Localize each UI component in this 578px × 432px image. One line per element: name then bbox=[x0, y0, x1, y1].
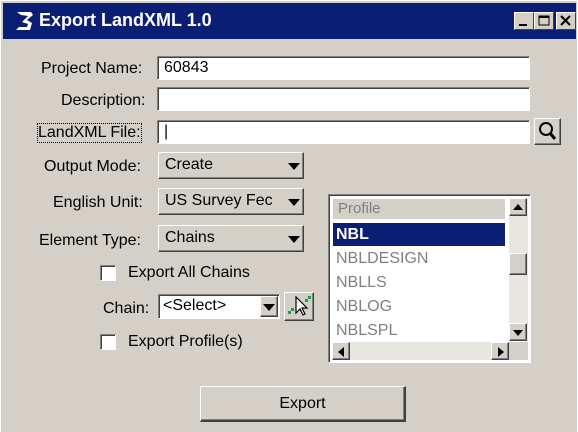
english-unit-select[interactable]: US Survey Feс bbox=[158, 188, 304, 215]
list-item[interactable]: NBLDESIGN bbox=[333, 247, 505, 270]
scroll-thumb[interactable] bbox=[509, 253, 527, 275]
landxml-file-input[interactable]: | bbox=[157, 120, 530, 144]
landxml-file-value: | bbox=[164, 123, 169, 140]
window-title: Export LandXML 1.0 bbox=[39, 10, 212, 30]
chain-value: <Select> bbox=[163, 297, 227, 314]
chain-select[interactable]: <Select> bbox=[158, 294, 280, 319]
arrow-left-icon bbox=[338, 347, 344, 357]
scrollbar-corner bbox=[509, 342, 528, 360]
arrow-down-icon bbox=[513, 330, 523, 336]
export-profiles-checkbox[interactable] bbox=[100, 334, 116, 350]
export-all-chains-label: Export All Chains bbox=[128, 264, 250, 281]
bentley-b-icon bbox=[16, 12, 33, 30]
description-label: Description: bbox=[61, 92, 146, 109]
element-type-value: Chains bbox=[165, 229, 215, 246]
output-mode-label: Output Mode: bbox=[44, 158, 141, 175]
project-name-input[interactable]: 60843 bbox=[157, 56, 530, 80]
output-mode-select[interactable]: Create bbox=[158, 152, 304, 179]
arrow-up-icon bbox=[513, 204, 523, 210]
maximize-button[interactable] bbox=[534, 12, 554, 30]
arrow-right-icon bbox=[498, 347, 504, 357]
project-name-value: 60843 bbox=[164, 59, 209, 76]
english-unit-label: English Unit: bbox=[53, 194, 143, 211]
element-type-select[interactable]: Chains bbox=[158, 225, 304, 252]
pick-chain-button[interactable] bbox=[284, 292, 314, 321]
landxml-file-label: LandXML File: bbox=[37, 123, 142, 143]
profile-list-header: Profile bbox=[333, 199, 505, 219]
chevron-down-icon bbox=[285, 189, 303, 214]
export-button-label: Export bbox=[279, 395, 326, 412]
chevron-down-icon bbox=[260, 296, 278, 317]
scroll-right-button[interactable] bbox=[491, 342, 509, 360]
vertical-scrollbar[interactable] bbox=[509, 198, 528, 341]
chain-label: Chain: bbox=[103, 300, 150, 317]
scroll-up-button[interactable] bbox=[509, 198, 527, 216]
title-bar[interactable]: Export LandXML 1.0 bbox=[3, 3, 576, 39]
chevron-down-icon bbox=[285, 226, 303, 251]
close-icon bbox=[560, 15, 571, 26]
maximize-icon bbox=[538, 15, 550, 26]
export-landxml-dialog: Export LandXML 1.0 Project Name: 60843 D… bbox=[0, 0, 577, 432]
output-mode-value: Create bbox=[165, 156, 214, 173]
profile-header-label: Profile bbox=[338, 200, 381, 217]
project-name-label: Project Name: bbox=[41, 60, 143, 77]
list-item[interactable]: NBL bbox=[333, 223, 505, 246]
element-type-label: Element Type: bbox=[39, 232, 141, 249]
magnifier-icon bbox=[539, 122, 557, 140]
description-input[interactable] bbox=[157, 87, 530, 111]
export-all-chains-checkbox[interactable] bbox=[100, 265, 116, 281]
minimize-button[interactable] bbox=[514, 12, 534, 30]
browse-button[interactable] bbox=[534, 118, 561, 145]
horizontal-scrollbar[interactable] bbox=[332, 342, 509, 360]
close-button[interactable] bbox=[556, 12, 576, 30]
minimize-icon bbox=[519, 24, 527, 26]
list-item[interactable]: NBLOG bbox=[333, 295, 505, 318]
scroll-down-button[interactable] bbox=[509, 323, 527, 341]
list-item[interactable]: NBLLS bbox=[333, 271, 505, 294]
export-button[interactable]: Export bbox=[200, 386, 406, 422]
pointer-pick-icon bbox=[288, 295, 311, 316]
chevron-down-icon bbox=[285, 153, 303, 178]
english-unit-value: US Survey Feс bbox=[165, 192, 273, 209]
scroll-left-button[interactable] bbox=[332, 342, 350, 360]
profile-listbox[interactable]: Profile NBL NBLDESIGN NBLLS NBLOG NBLSPL bbox=[328, 194, 531, 363]
list-item[interactable]: NBLSPL bbox=[333, 319, 505, 342]
export-profiles-label: Export Profile(s) bbox=[128, 333, 243, 350]
